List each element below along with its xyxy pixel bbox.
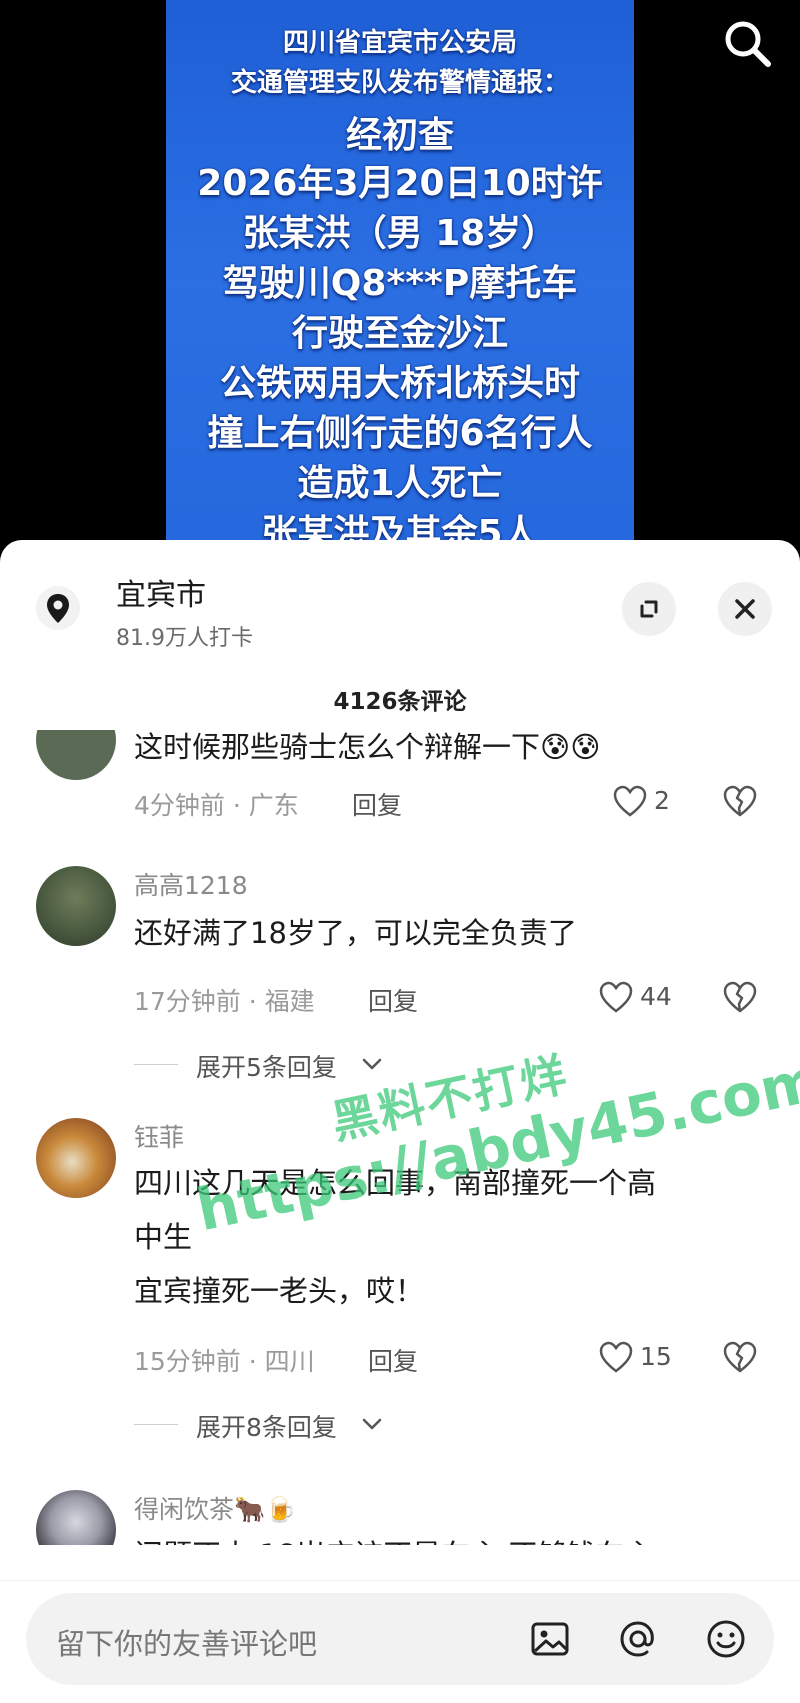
- comment-input[interactable]: 留下你的友善评论吧: [26, 1593, 774, 1685]
- like-count: 44: [640, 982, 672, 1011]
- comment-list[interactable]: 这时候那些骑士怎么个辩解一下😰😰 4分钟前 · 广东 回复 2 高高1218 还…: [0, 730, 800, 1545]
- comment-item: 得闲饮茶🐂🍺 问题不大 18岁应该不是车主 不够钱车主: [0, 1490, 800, 1545]
- chevron-down-icon: [362, 1058, 382, 1070]
- expand-button[interactable]: [622, 582, 676, 636]
- like-button[interactable]: 44: [598, 980, 678, 1016]
- dislike-button[interactable]: [722, 1340, 758, 1376]
- comment-time-location: 4分钟前 · 广东: [134, 791, 299, 820]
- comment-sheet: 宜宾市 81.9万人打卡 4126条评论 这时候那些骑士怎么个辩解一下😰😰 4分…: [0, 540, 800, 1703]
- comment-username[interactable]: 得闲饮茶🐂🍺: [134, 1490, 296, 1526]
- broken-heart-icon: [723, 1341, 757, 1373]
- location-name[interactable]: 宜宾市: [116, 570, 206, 614]
- broken-heart-icon: [723, 981, 757, 1013]
- comment-username[interactable]: 钰菲: [134, 1118, 184, 1154]
- heart-icon: [599, 981, 633, 1013]
- reply-button[interactable]: 回复: [352, 786, 402, 822]
- like-button[interactable]: 15: [598, 1340, 678, 1376]
- broken-heart-icon: [723, 785, 757, 817]
- divider: [134, 1424, 178, 1425]
- like-count: 15: [640, 1342, 672, 1371]
- expand-replies-label: 展开8条回复: [196, 1413, 337, 1442]
- reply-button[interactable]: 回复: [368, 982, 418, 1018]
- divider: [134, 1064, 178, 1065]
- heart-icon: [613, 785, 647, 817]
- comment-item: 钰菲 四川这几天是怎么回事，南部撞死一个高 中生 宜宾撞死一老头，哎！ 15分钟…: [0, 1118, 800, 1478]
- at-icon: [620, 1621, 654, 1657]
- notice-line: 交通管理支队发布警情通报：: [230, 68, 569, 98]
- notice-line: 行驶至金沙江: [291, 313, 508, 354]
- dislike-button[interactable]: [722, 784, 758, 820]
- avatar[interactable]: [36, 1490, 116, 1545]
- avatar[interactable]: [36, 1118, 116, 1198]
- location-pin-badge[interactable]: [36, 586, 80, 630]
- like-count: 2: [654, 786, 670, 815]
- police-notice-image: 四川省宜宾市公安局 交通管理支队发布警情通报： 经初查 2026年3月20日10…: [166, 0, 634, 560]
- comment-count: 4126条评论: [333, 689, 467, 715]
- chevron-down-icon: [362, 1418, 382, 1430]
- expand-icon: [640, 600, 658, 618]
- notice-line: 2026年3月20日10时许: [197, 163, 603, 204]
- notice-line: 公铁两用大桥北桥头时: [219, 363, 580, 404]
- comment-item: 高高1218 还好满了18岁了，可以完全负责了 17分钟前 · 福建 回复 44…: [0, 860, 800, 1110]
- location-pin-icon: [47, 594, 69, 623]
- comment-text-line: 四川这几天是怎么回事，南部撞死一个高: [134, 1166, 657, 1200]
- comment-item: 这时候那些骑士怎么个辩解一下😰😰 4分钟前 · 广东 回复 2: [0, 730, 800, 830]
- expand-replies-button[interactable]: 展开8条回复: [134, 1408, 434, 1442]
- comment-text: 还好满了18岁了，可以完全负责了: [134, 916, 577, 950]
- close-icon: [735, 599, 755, 619]
- avatar[interactable]: [36, 730, 116, 780]
- mention-button[interactable]: [614, 1615, 662, 1663]
- comment-text: 问题不大 18岁应该不是车主 不够钱车主: [134, 1528, 754, 1545]
- emoji-icon: [707, 1620, 745, 1658]
- search-button[interactable]: [718, 14, 778, 74]
- comment-text-line: 宜宾撞死一老头，哎！: [134, 1274, 425, 1308]
- search-icon: [725, 21, 771, 67]
- like-button[interactable]: 2: [612, 784, 672, 820]
- dislike-button[interactable]: [722, 980, 758, 1016]
- location-checkins: 81.9万人打卡: [116, 626, 253, 651]
- video-player[interactable]: 四川省宜宾市公安局 交通管理支队发布警情通报： 经初查 2026年3月20日10…: [0, 0, 800, 560]
- notice-line: 驾驶川Q8***P摩托车: [222, 263, 578, 304]
- emoji-button[interactable]: [702, 1615, 750, 1663]
- comment-text: 这时候那些骑士怎么个辩解一下😰😰: [134, 730, 601, 764]
- image-icon: [531, 1622, 569, 1656]
- avatar[interactable]: [36, 866, 116, 946]
- comment-text-line: 中生: [134, 1220, 193, 1254]
- notice-line: 张某洪（男 18岁）: [242, 213, 558, 254]
- reply-button[interactable]: 回复: [368, 1342, 418, 1378]
- comment-time-location: 17分钟前 · 福建: [134, 987, 315, 1016]
- comment-input-bar: 留下你的友善评论吧: [0, 1580, 800, 1703]
- notice-line: 撞上右侧行走的6名行人: [207, 413, 593, 454]
- notice-line: 四川省宜宾市公安局: [282, 28, 517, 58]
- heart-icon: [599, 1341, 633, 1373]
- expand-replies-button[interactable]: 展开5条回复: [134, 1048, 434, 1082]
- close-button[interactable]: [718, 582, 772, 636]
- notice-line: 经初查: [345, 115, 454, 156]
- expand-replies-label: 展开5条回复: [196, 1053, 337, 1082]
- comment-time-location: 15分钟前 · 四川: [134, 1347, 315, 1376]
- image-button[interactable]: [526, 1615, 574, 1663]
- notice-line: 造成1人死亡: [297, 463, 503, 504]
- comment-username[interactable]: 高高1218: [134, 866, 248, 902]
- comment-input-placeholder: 留下你的友善评论吧: [56, 1627, 318, 1661]
